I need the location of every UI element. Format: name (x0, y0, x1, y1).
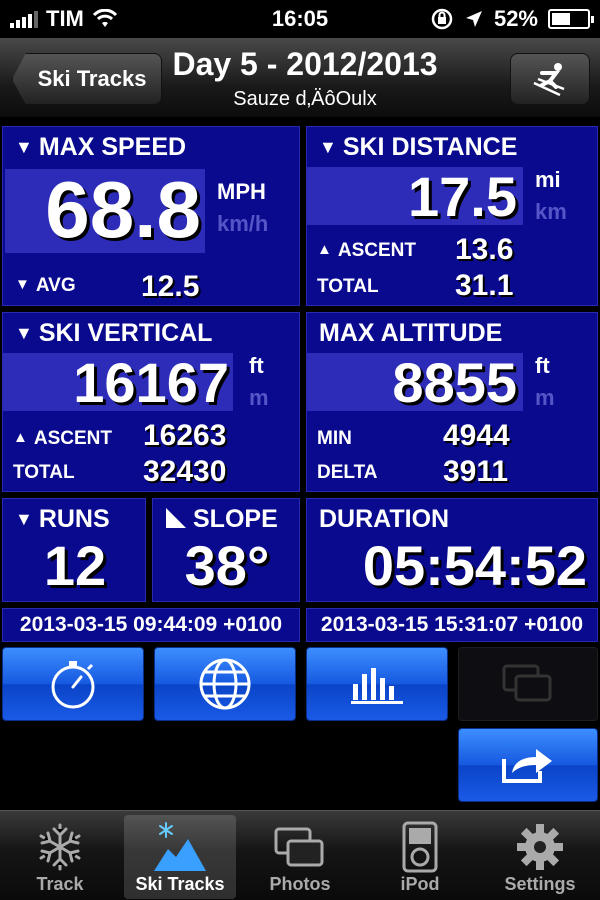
duration-panel[interactable]: DURATION 05:54:52 (306, 498, 598, 602)
battery-percent: 52% (493, 6, 538, 31)
snowflake-icon (39, 823, 81, 871)
photos-icon (274, 827, 324, 867)
bar-chart-icon (351, 668, 403, 704)
max-altitude-value: 8855 (392, 351, 517, 414)
start-date: 2013-03-15 09:44:09 +0100 (2, 608, 300, 642)
tab-photos[interactable]: Photos (244, 815, 356, 899)
speed-unit-mph[interactable]: MPH (217, 179, 266, 205)
ski-distance-value: 17.5 (408, 165, 517, 228)
collapse-triangle-icon: ▼ (319, 137, 337, 157)
ascent-triangle-icon: ▲ (13, 429, 28, 446)
tab-label: Ski Tracks (135, 874, 225, 894)
battery-icon (548, 9, 594, 29)
altitude-unit-m[interactable]: m (535, 385, 555, 411)
duration-value: 05:54:52 (362, 534, 587, 597)
vertical-total-value: 32430 (143, 455, 227, 488)
distance-total-label: TOTAL (317, 276, 379, 297)
map-button[interactable] (154, 647, 296, 721)
collapse-triangle-icon: ▼ (15, 509, 33, 529)
duration-title: DURATION (319, 505, 450, 533)
chart-button[interactable] (306, 647, 448, 721)
ski-distance-panel[interactable]: ▼ SKI DISTANCE 17.5 mi km ▲ ASCENT 13.6 TO… (306, 126, 598, 306)
stopwatch-icon (51, 661, 95, 709)
speed-unit-kmh[interactable]: km/h (217, 211, 268, 237)
vertical-ascent-label: ▲ ASCENT (13, 428, 112, 449)
back-button[interactable]: Ski Tracks (12, 53, 162, 105)
tab-bar: Track Ski Tracks Photos iPod Settings (0, 810, 600, 900)
ascent-triangle-icon: ▲ (317, 241, 332, 258)
avg-label: ▼ AVG (15, 275, 76, 296)
ipod-icon (402, 821, 438, 873)
tab-track[interactable]: Track (4, 815, 116, 899)
max-altitude-panel[interactable]: MAX ALTITUDE 8855 ft m MIN 4944 DELTA 39… (306, 312, 598, 492)
distance-unit-mi[interactable]: mi (535, 167, 561, 193)
avg-value: 12.5 (141, 270, 200, 303)
distance-unit-km[interactable]: km (535, 199, 567, 225)
altitude-unit-ft[interactable]: ft (535, 353, 550, 379)
collapse-triangle-icon: ▼ (15, 323, 33, 343)
runs-value: 12 (43, 534, 107, 597)
tab-ski-tracks[interactable]: Ski Tracks (124, 815, 236, 899)
runs-panel[interactable]: ▼ RUNS 12 (2, 498, 146, 602)
ski-tracks-icon (154, 822, 206, 871)
ski-vertical-title: ▼ SKI VERTICAL (15, 319, 213, 347)
ski-vertical-panel[interactable]: ▼ SKI VERTICAL 16167 ft m ▲ ASCENT 16263 T… (2, 312, 300, 492)
gear-icon (517, 824, 563, 870)
slope-title: SLOPE (165, 505, 278, 534)
collapse-triangle-icon: ▼ (15, 276, 30, 293)
skier-button[interactable] (510, 53, 590, 105)
location-icon (465, 11, 482, 27)
status-bar: TIM 16:05 52% (0, 0, 600, 38)
rotation-lock-icon (431, 8, 453, 30)
tab-label: Photos (269, 874, 331, 894)
status-right: 52% (430, 6, 594, 32)
runs-title: ▼ RUNS (15, 505, 110, 533)
page-title: Day 5 - 2012/2013 (172, 46, 438, 82)
photos-action-button (458, 647, 598, 721)
vertical-unit-ft[interactable]: ft (249, 353, 264, 379)
distance-ascent-label: ▲ ASCENT (317, 240, 416, 261)
max-altitude-title: MAX ALTITUDE (319, 319, 503, 347)
max-speed-panel[interactable]: ▼ MAX SPEED 68.8 MPH km/h ▼ AVG 12.5 (2, 126, 300, 306)
altitude-delta-value: 3911 (443, 455, 509, 488)
altitude-min-label: MIN (317, 428, 352, 449)
skier-icon (533, 63, 565, 97)
share-button[interactable] (458, 728, 598, 802)
vertical-total-label: TOTAL (13, 462, 75, 483)
tab-settings[interactable]: Settings (484, 815, 596, 899)
slope-value: 38° (184, 534, 270, 597)
distance-total-value: 31.1 (455, 269, 514, 302)
page-subtitle: Sauze d‚ÄôOulx (233, 88, 377, 110)
ski-distance-title: ▼ SKI DISTANCE (319, 133, 518, 161)
end-date: 2013-03-15 15:31:07 +0100 (306, 608, 598, 642)
vertical-unit-m[interactable]: m (249, 385, 269, 411)
collapse-triangle-icon: ▼ (15, 137, 33, 157)
altitude-delta-label: DELTA (317, 462, 378, 483)
distance-ascent-value: 13.6 (455, 233, 514, 266)
altitude-min-value: 4944 (443, 419, 510, 452)
share-icon (502, 749, 552, 783)
tab-label: Track (36, 874, 84, 894)
stopwatch-button[interactable] (2, 647, 144, 721)
ski-vertical-value: 16167 (73, 351, 229, 414)
navigation-bar: Ski Tracks Day 5 - 2012/2013 Sauze d‚ÄôO… (0, 38, 600, 118)
photos-icon (502, 664, 552, 702)
max-speed-value: 68.8 (45, 165, 201, 254)
tab-label: Settings (504, 874, 576, 894)
slope-panel[interactable]: SLOPE 38° (152, 498, 300, 602)
slope-icon (166, 508, 186, 528)
vertical-ascent-value: 16263 (143, 419, 227, 452)
tab-ipod[interactable]: iPod (364, 815, 476, 899)
max-speed-title: ▼ MAX SPEED (15, 133, 187, 161)
globe-icon (199, 658, 251, 710)
tab-label: iPod (400, 874, 440, 894)
